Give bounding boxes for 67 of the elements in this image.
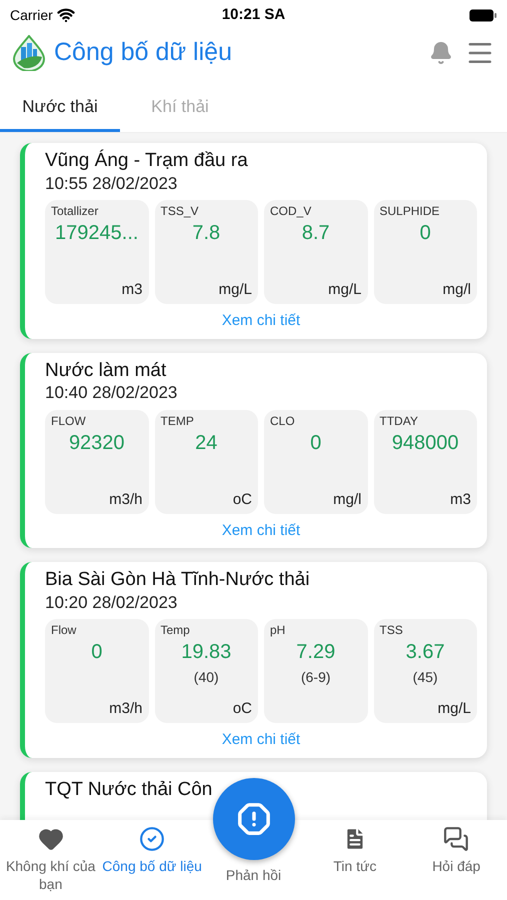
details-link[interactable]: Xem chi tiết (222, 520, 300, 542)
parameter-label: Temp (160, 623, 191, 638)
parameter-unit: m3 (449, 490, 471, 510)
parameter-unit: mg/L (218, 281, 252, 300)
station-name: Vũng Áng - Trạm đầu ra (45, 149, 249, 173)
parameter-label: TSS_V (160, 204, 200, 219)
parameter-limit: (40) (192, 669, 220, 686)
alert-icon (237, 802, 271, 836)
station-name: TQT Nước thải Côn (45, 778, 214, 802)
parameter-label: pH (270, 623, 286, 638)
parameter-value: 92320 (68, 430, 126, 456)
parameter-label: CLO (270, 414, 296, 428)
heart-icon (38, 826, 64, 852)
parameter-value: 948000 (390, 430, 460, 456)
parameter-unit: mg/l (332, 490, 362, 510)
parameter-value: 0 (90, 640, 104, 665)
parameter-value: 0 (309, 430, 322, 456)
parameter-value: 8.7 (300, 221, 331, 246)
station-time: 10:20 28/02/2023 (45, 592, 178, 613)
parameter-value: 19.83 (180, 640, 232, 665)
parameter-label: TEMP (160, 414, 195, 428)
details-link[interactable]: Xem chi tiết (222, 729, 300, 752)
parameter-label: TTDAY (380, 414, 419, 428)
nav-tab[interactable]: Công bố dữ liệu (101, 826, 203, 876)
parameter-label: TSS (380, 623, 404, 638)
parameter-value: 24 (194, 430, 218, 456)
nav-tab[interactable]: Tin tức (304, 826, 406, 876)
parameter-limit: (45) (412, 669, 439, 686)
chat-icon (443, 826, 470, 852)
parameter-label: SULPHIDE (380, 204, 441, 219)
station-time: 10:55 28/02/2023 (45, 172, 178, 194)
parameter-label: FLOW (51, 414, 87, 428)
nav-tab[interactable]: Hỏi đáp (406, 826, 507, 876)
station-card[interactable]: Nước làm mát 10:40 28/02/2023 FLOW 92320 m3/h TEMP 24 oC CLO 0 mg/l TTDAY 948000 m3 Xem chi tiết (20, 352, 487, 548)
check-circle-icon (139, 826, 166, 852)
station-card[interactable]: Vũng Áng - Trạm đầu ra 10:55 28/02/2023 Totallizer 179245... m3 TSS_V 7.8 mg/L COD_V 8.7 mg/L SULPHIDE 0 mg/l Xem chi tiết (20, 143, 487, 338)
station-name: Bia Sài Gòn Hà Tĩnh-Nước thải (45, 568, 311, 592)
wifi-icon (56, 6, 75, 24)
parameter-unit: m3/h (108, 490, 142, 510)
parameter-unit: oC (232, 700, 252, 719)
parameter-label: Totallizer (51, 204, 100, 219)
parameter-value: 7.8 (191, 221, 222, 246)
parameter-value: 3.67 (404, 640, 446, 665)
parameter-unit: mg/L (436, 700, 471, 719)
parameter-value: 7.29 (295, 640, 336, 665)
battery-icon (469, 8, 497, 22)
status-time: 10:21 SA (222, 4, 286, 25)
station-card[interactable]: Bia Sài Gòn Hà Tĩnh-Nước thải 10:20 28/02/2023 Flow 0 m3/h Temp 19.83 (40) oC pH 7.29 (6-9) TSS 3.67 (45) mg/L Xem chi tiết (20, 562, 487, 758)
parameter-label: COD_V (270, 204, 312, 219)
parameter-value: 0 (418, 221, 432, 246)
station-name: Nước làm mát (45, 358, 168, 382)
bell-icon[interactable] (429, 41, 453, 65)
parameter-unit: m3/h (108, 700, 142, 719)
nav-tab[interactable]: Phản hồi (226, 866, 282, 884)
page-title: Công bố dữ liệu (54, 37, 232, 68)
nav-tab[interactable]: Không khí của bạn (0, 826, 102, 893)
parameter-unit: mg/l (442, 281, 471, 300)
parameter-limit: (6-9) (300, 669, 332, 686)
parameter-unit: mg/L (327, 281, 362, 300)
parameter-label: Flow (51, 623, 78, 638)
parameter-unit: oC (232, 490, 252, 510)
parameter-value: 179245... (54, 221, 140, 246)
station-time: 10:40 28/02/2023 (45, 382, 178, 404)
carrier-label: Carrier (10, 6, 53, 24)
parameter-unit: m3 (120, 281, 142, 300)
logo-icon (12, 35, 46, 71)
details-link[interactable]: Xem chi tiết (222, 310, 300, 332)
